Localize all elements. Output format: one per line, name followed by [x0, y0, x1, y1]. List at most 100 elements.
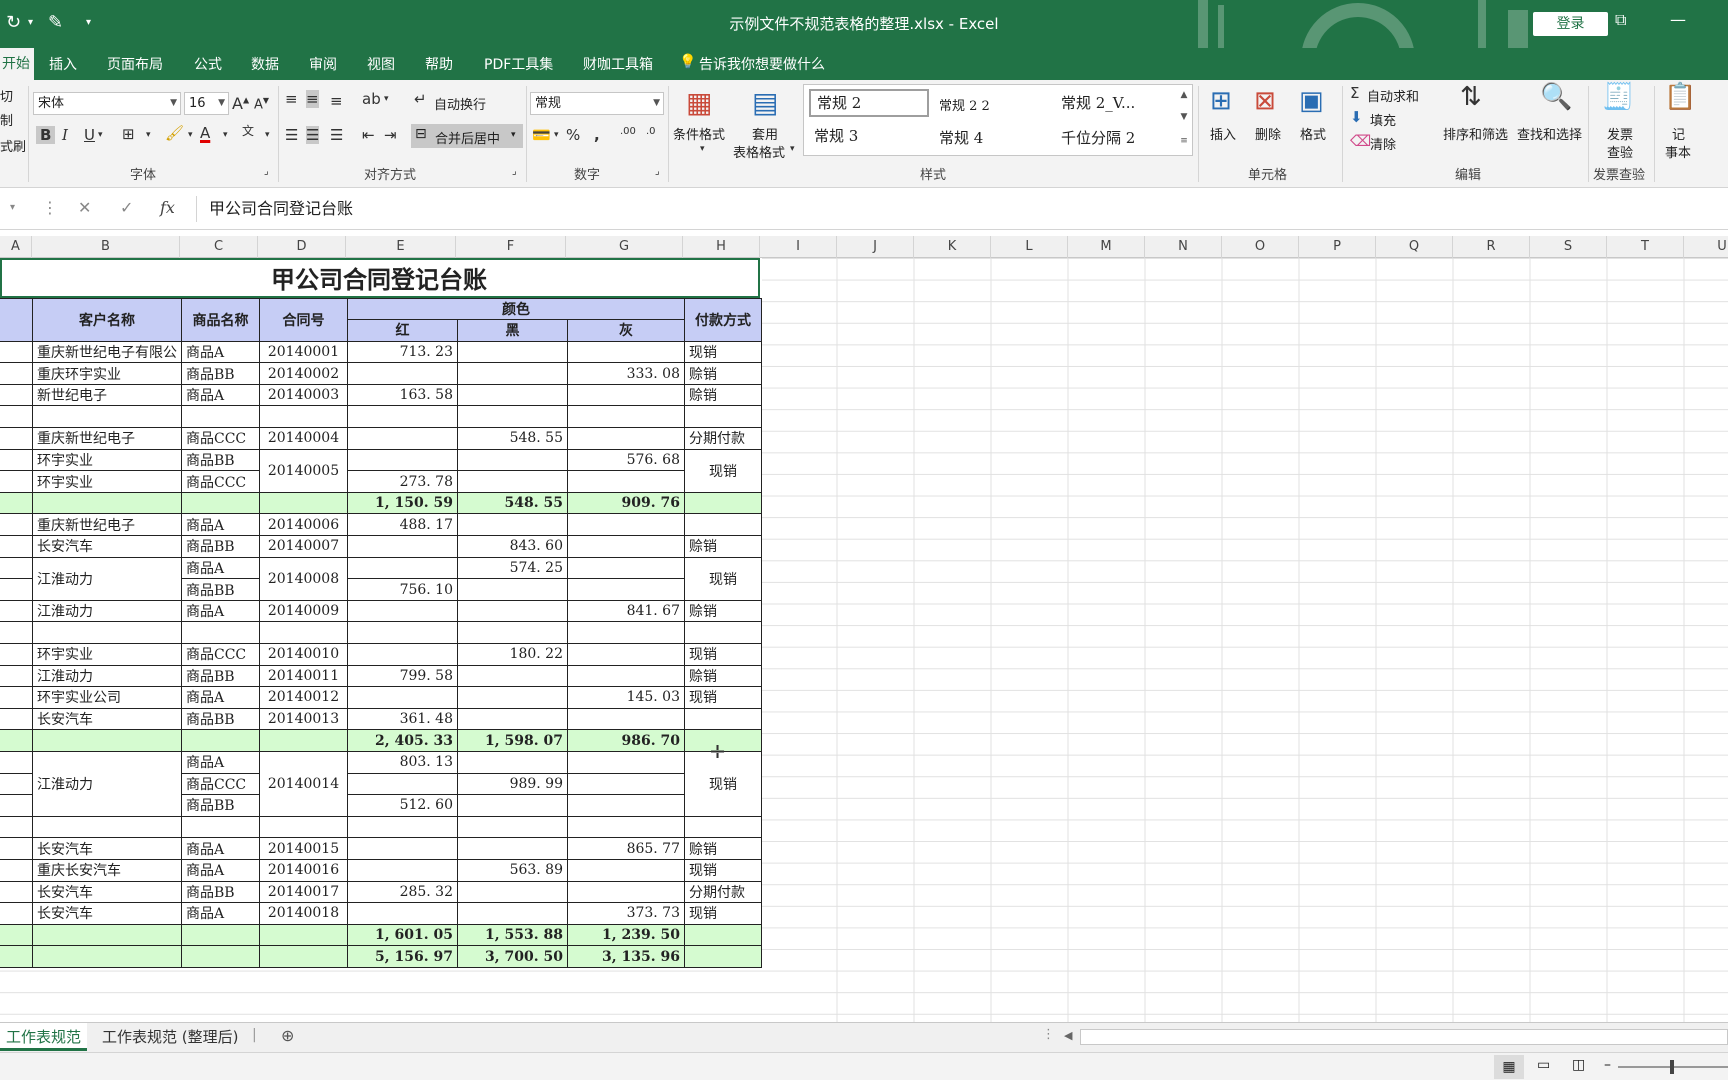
- cell-b[interactable]: 长安汽车: [32, 902, 182, 925]
- cell-c[interactable]: 商品BB: [181, 448, 260, 472]
- cell-h[interactable]: 现销: [684, 686, 762, 709]
- number-dialog-launcher-icon[interactable]: ⌟: [655, 166, 660, 177]
- cell-d[interactable]: 20140009: [259, 599, 348, 623]
- header-payment[interactable]: 付款方式: [684, 297, 762, 342]
- cell-g[interactable]: [567, 794, 685, 817]
- cell-a[interactable]: 5: [0, 535, 33, 558]
- tab-formulas[interactable]: 公式: [194, 54, 222, 74]
- cell-h[interactable]: 赊销: [684, 535, 762, 558]
- worksheet-grid[interactable]: 甲公司合同登记台账 客户名称 商品名称 合同号 颜色 付款方式 红 黑 灰 01…: [0, 258, 1728, 1022]
- insert-cells-icon[interactable]: ⊞: [1210, 86, 1232, 116]
- cell-b[interactable]: [32, 729, 182, 752]
- cell-g[interactable]: [567, 772, 685, 796]
- autosum-icon[interactable]: Σ: [1350, 84, 1359, 102]
- cell-e[interactable]: 799. 58: [347, 664, 458, 688]
- cell-e[interactable]: [347, 405, 458, 429]
- cell-c[interactable]: 商品A: [181, 858, 260, 882]
- column-header-q[interactable]: Q: [1376, 236, 1453, 258]
- column-header-k[interactable]: K: [914, 236, 991, 258]
- ribbon-display-icon[interactable]: ⧉: [1615, 10, 1626, 30]
- cell-style-normal-3[interactable]: 常规 3: [814, 125, 858, 146]
- cell-g[interactable]: 145. 03: [567, 686, 685, 709]
- cell-f[interactable]: [457, 383, 568, 407]
- column-header-n[interactable]: N: [1145, 236, 1222, 258]
- autosum-button[interactable]: 自动求和: [1367, 86, 1419, 105]
- cell-c[interactable]: [181, 923, 260, 947]
- tab-data[interactable]: 数据: [251, 54, 279, 74]
- cell-h[interactable]: [684, 405, 762, 429]
- number-format-select[interactable]: 常规 ▼: [530, 92, 664, 115]
- cell-h[interactable]: 现销: [684, 448, 762, 493]
- fill-color-icon[interactable]: 🖌: [165, 124, 184, 142]
- cell-c[interactable]: 商品BB: [181, 362, 260, 385]
- underline-dropdown-icon[interactable]: ▾: [98, 130, 103, 140]
- cell-style-normal-2[interactable]: 常规 2: [809, 89, 929, 117]
- format-painter-button[interactable]: 式刷: [0, 136, 26, 155]
- cell-b[interactable]: 江淮动力: [32, 599, 182, 623]
- cell-b[interactable]: 重庆新世纪电子有限公: [32, 340, 182, 364]
- header-product[interactable]: 商品名称: [181, 297, 260, 342]
- cell-g[interactable]: 865. 77: [567, 837, 685, 860]
- zoom-slider-thumb[interactable]: [1670, 1060, 1674, 1074]
- cell-f[interactable]: [457, 513, 568, 537]
- cell-e[interactable]: [347, 858, 458, 882]
- cell-a[interactable]: 10: [0, 556, 33, 580]
- cell-e[interactable]: 163. 58: [347, 383, 458, 407]
- cell-a[interactable]: [0, 470, 33, 493]
- orientation-dropdown-icon[interactable]: ▾: [384, 94, 389, 104]
- cell-a[interactable]: 2: [0, 513, 33, 537]
- formula-input[interactable]: 甲公司合同登记台账: [196, 196, 1728, 222]
- invoice-check-button[interactable]: 查验: [1607, 142, 1633, 161]
- cell-g[interactable]: 576. 68: [567, 448, 685, 472]
- column-header-e[interactable]: E: [346, 236, 456, 258]
- cell-b[interactable]: 环宇实业公司: [32, 686, 182, 709]
- accounting-dropdown-icon[interactable]: ▾: [554, 130, 559, 140]
- cell-f[interactable]: [457, 578, 568, 601]
- fill-icon[interactable]: ⬇: [1350, 108, 1363, 126]
- cell-d[interactable]: 20140011: [259, 664, 348, 688]
- column-header-o[interactable]: O: [1222, 236, 1299, 258]
- find-select-icon[interactable]: 🔍: [1540, 82, 1572, 112]
- cell-a[interactable]: 23: [0, 664, 33, 688]
- cell-d[interactable]: 20140012: [259, 686, 348, 709]
- cell-c[interactable]: [181, 621, 260, 644]
- cell-c[interactable]: 商品A: [181, 902, 260, 925]
- sort-filter-icon[interactable]: ⇅: [1460, 82, 1482, 112]
- cell-style-normal-4[interactable]: 常规 4: [939, 127, 983, 148]
- column-header-j[interactable]: J: [837, 236, 914, 258]
- cell-f[interactable]: 548. 55: [457, 427, 568, 450]
- cell-b[interactable]: 江淮动力: [32, 750, 182, 817]
- merge-center-button[interactable]: ⊟ 合并后居中 ▾: [411, 124, 523, 148]
- cell-f[interactable]: 548. 55: [457, 491, 568, 515]
- column-header-c[interactable]: C: [180, 236, 258, 258]
- cell-f[interactable]: [457, 815, 568, 839]
- cell-d[interactable]: 20140016: [259, 858, 348, 882]
- find-select-button[interactable]: 查找和选择: [1517, 124, 1582, 143]
- cell-c[interactable]: 商品BB: [181, 664, 260, 688]
- cell-h[interactable]: [684, 923, 762, 947]
- sheet-tab-worksheet-spec[interactable]: 工作表规范: [0, 1023, 88, 1051]
- cell-a[interactable]: 26: [0, 880, 33, 904]
- cell-h[interactable]: 分期付款: [684, 880, 762, 904]
- align-dialog-launcher-icon[interactable]: ⌟: [512, 166, 517, 177]
- cell-d[interactable]: 20140010: [259, 643, 348, 666]
- cell-style-normal-2-2[interactable]: 常规 2 2: [939, 95, 990, 114]
- cell-g[interactable]: [567, 664, 685, 688]
- cell-b[interactable]: 长安汽车: [32, 707, 182, 731]
- decrease-font-icon[interactable]: A▼: [254, 96, 269, 112]
- cell-g[interactable]: 3, 135. 96: [567, 945, 685, 968]
- cell-e[interactable]: [347, 643, 458, 666]
- cell-a[interactable]: [0, 945, 33, 968]
- insert-cells-button[interactable]: 插入: [1210, 124, 1236, 143]
- cell-d[interactable]: 20140001: [259, 340, 348, 364]
- cell-h[interactable]: 赊销: [684, 837, 762, 860]
- cell-f[interactable]: [457, 750, 568, 774]
- cell-f[interactable]: [457, 902, 568, 925]
- font-color-dropdown-icon[interactable]: ▾: [223, 130, 228, 140]
- cell-e[interactable]: [347, 815, 458, 839]
- cell-h[interactable]: 分期付款: [684, 427, 762, 450]
- cell-b[interactable]: 江淮动力: [32, 556, 182, 601]
- table-format-button[interactable]: 表格格式: [733, 142, 785, 161]
- cell-h[interactable]: 赊销: [684, 664, 762, 688]
- sheet-tab-worksheet-spec-organized[interactable]: 工作表规范 (整理后): [96, 1023, 244, 1051]
